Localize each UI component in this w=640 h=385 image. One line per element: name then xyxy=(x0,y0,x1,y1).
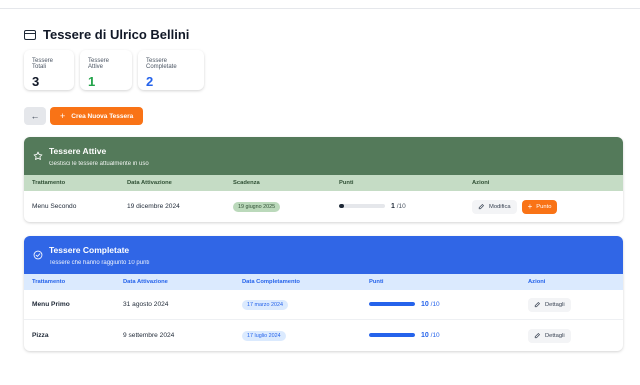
add-point-label: Punto xyxy=(536,203,552,210)
column-header: Punti xyxy=(339,180,354,186)
plus-icon: + xyxy=(60,111,66,121)
column-header: Data Attivazione xyxy=(127,180,172,186)
actions-cell: Modifica + Punto xyxy=(472,199,558,214)
points-cell: 10 /10 xyxy=(369,301,528,309)
points-total: /10 xyxy=(430,331,440,339)
completion-badge: 17 marzo 2024 xyxy=(242,299,288,310)
add-point-button[interactable]: + Punto xyxy=(521,199,558,214)
active-cards-panel: Tessere Attive Gestisci le tessere attua… xyxy=(24,137,623,222)
points-progress-bar xyxy=(369,333,415,338)
points-cell: 10 /10 xyxy=(369,332,528,340)
activation-date-cell: 31 agosto 2024 xyxy=(123,301,169,308)
page-title: Tessere di Ulrico Bellini xyxy=(43,27,190,42)
activation-date-cell: 19 dicembre 2024 xyxy=(127,203,180,210)
column-header: Data Completamento xyxy=(242,279,300,285)
points-total: /10 xyxy=(396,202,406,210)
active-table-header: Trattamento Data Attivazione Scadenza Pu… xyxy=(24,175,623,191)
actions-cell: Dettagli xyxy=(528,297,571,312)
completion-badge: 17 luglio 2024 xyxy=(242,330,286,341)
points-progress-fill xyxy=(369,302,415,307)
create-card-button[interactable]: + Crea Nuova Tessera xyxy=(50,107,144,125)
points-value: 10 xyxy=(421,331,429,339)
details-button[interactable]: Dettagli xyxy=(528,297,571,312)
active-panel-subtitle: Gestisci le tessere attualmente in uso xyxy=(49,160,149,167)
star-icon xyxy=(33,151,43,160)
completed-panel-title: Tessere Completate xyxy=(49,244,130,255)
stat-card-active: Tessere Attive 1 xyxy=(80,50,132,90)
completion-cell: 17 marzo 2024 xyxy=(242,299,369,310)
stat-card-completed: Tessere Completate 2 xyxy=(138,50,204,90)
table-row: Menu Primo 31 agosto 2024 17 marzo 2024 … xyxy=(24,290,623,320)
credit-card-icon xyxy=(24,29,36,40)
stat-label: Tessere Completate xyxy=(146,58,177,70)
completion-cell: 17 luglio 2024 xyxy=(242,330,369,341)
stat-value: 3 xyxy=(32,74,40,89)
arrow-left-icon: ← xyxy=(30,111,40,121)
column-header: Azioni xyxy=(472,180,490,186)
pencil-icon xyxy=(478,204,484,210)
completed-table-header: Trattamento Data Attivazione Data Comple… xyxy=(24,274,623,290)
column-header: Trattamento xyxy=(32,180,66,186)
stat-value: 1 xyxy=(88,74,96,89)
points-total: /10 xyxy=(430,300,440,308)
column-header: Azioni xyxy=(528,279,546,285)
details-button-label: Dettagli xyxy=(545,301,565,308)
activation-date-cell: 9 settembre 2024 xyxy=(123,332,175,339)
completed-panel-subtitle: Tessere che hanno raggiunto 10 punti xyxy=(49,259,150,266)
edit-button-label: Modifica xyxy=(489,203,511,210)
stat-value: 2 xyxy=(146,74,154,89)
top-divider xyxy=(0,8,640,9)
table-row: Menu Secondo 19 dicembre 2024 19 giugno … xyxy=(24,191,623,222)
create-card-label: Crea Nuova Tessera xyxy=(71,112,134,120)
completed-cards-panel: Tessere Completate Tessere che hanno rag… xyxy=(24,236,623,351)
pencil-icon xyxy=(534,333,540,339)
details-button[interactable]: Dettagli xyxy=(528,328,571,343)
points-cell: 1 /10 xyxy=(339,203,472,211)
column-header: Scadenza xyxy=(233,180,260,186)
treatment-cell: Menu Secondo xyxy=(32,203,77,210)
active-panel-title: Tessere Attive xyxy=(49,145,107,156)
page-header: Tessere di Ulrico Bellini xyxy=(24,27,189,42)
stat-label: Tessere Attive xyxy=(88,58,110,70)
points-value: 1 xyxy=(391,202,395,210)
stat-card-total: Tessere Totali 3 xyxy=(24,50,74,90)
details-button-label: Dettagli xyxy=(545,332,565,339)
column-header: Trattamento xyxy=(32,279,66,285)
points-progress-bar xyxy=(339,204,385,209)
back-button[interactable]: ← xyxy=(24,107,46,125)
plus-icon: + xyxy=(527,202,533,211)
actions-cell: Dettagli xyxy=(528,328,571,343)
pencil-icon xyxy=(534,302,540,308)
edit-button[interactable]: Modifica xyxy=(472,199,517,214)
expiry-cell: 19 giugno 2025 xyxy=(233,201,339,212)
check-circle-icon xyxy=(33,250,43,260)
points-progress-fill xyxy=(339,204,344,209)
points-progress-bar xyxy=(369,302,415,307)
stats-row: Tessere Totali 3 Tessere Attive 1 Tesser… xyxy=(24,50,204,90)
treatment-cell: Menu Primo xyxy=(32,301,70,308)
points-progress-fill xyxy=(369,333,415,338)
column-header: Data Attivazione xyxy=(123,279,168,285)
stat-label: Tessere Totali xyxy=(32,58,54,70)
points-value: 10 xyxy=(421,300,429,308)
toolbar: ← + Crea Nuova Tessera xyxy=(24,107,144,125)
completed-panel-header: Tessere Completate Tessere che hanno rag… xyxy=(24,236,623,274)
table-row: Pizza 9 settembre 2024 17 luglio 2024 10… xyxy=(24,320,623,351)
column-header: Punti xyxy=(369,279,384,285)
expiry-badge: 19 giugno 2025 xyxy=(233,201,281,212)
treatment-cell: Pizza xyxy=(32,332,49,339)
active-panel-header: Tessere Attive Gestisci le tessere attua… xyxy=(24,137,623,175)
